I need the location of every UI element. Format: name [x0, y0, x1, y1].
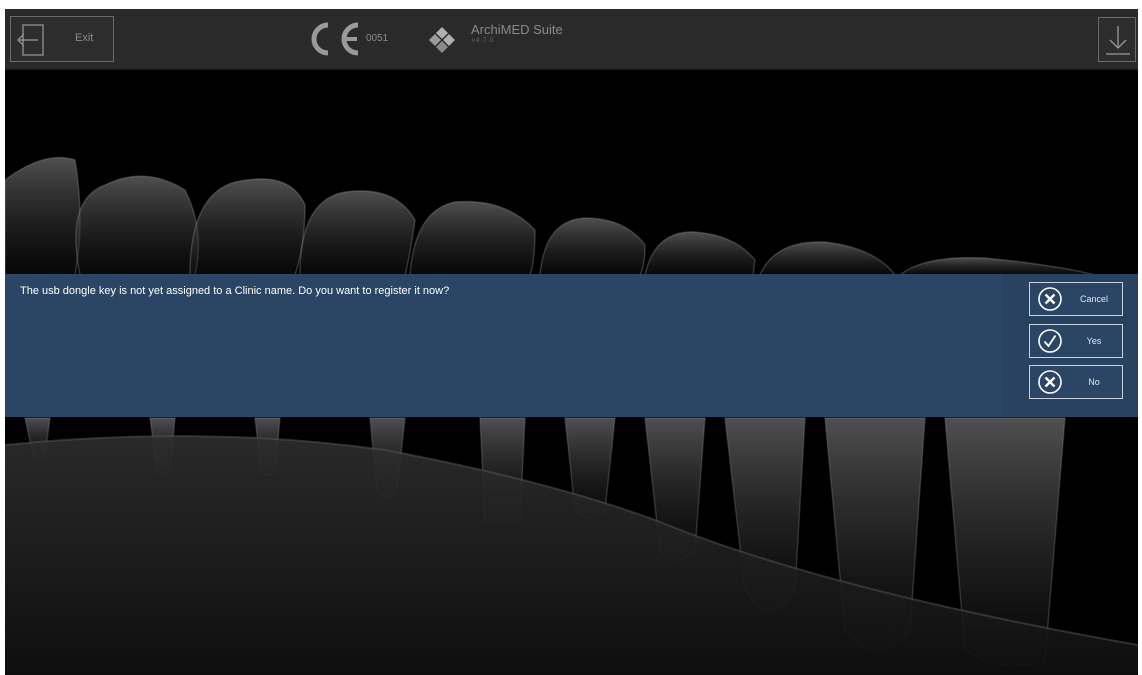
yes-button[interactable]: Yes	[1029, 324, 1123, 358]
cancel-button[interactable]: Cancel	[1029, 282, 1123, 316]
app-name: ArchiMED Suite	[471, 22, 563, 37]
exit-icon	[17, 24, 44, 56]
no-button[interactable]: No	[1029, 365, 1123, 399]
download-icon	[1106, 26, 1130, 55]
archimed-logo-icon	[429, 27, 455, 53]
exit-button[interactable]: Exit	[10, 16, 114, 62]
ce-number: 0051	[366, 33, 389, 44]
exit-label: Exit	[75, 32, 94, 44]
ce-mark-icon	[311, 22, 359, 56]
no-button-label: No	[1088, 377, 1100, 387]
circle-check-icon	[1038, 329, 1062, 353]
confirmation-dialog: The usb dongle key is not yet assigned t…	[5, 274, 1138, 417]
yes-button-label: Yes	[1086, 336, 1102, 346]
dialog-message: The usb dongle key is not yet assigned t…	[20, 285, 450, 297]
top-toolbar: Exit 0051 ArchiMED Suite v4.7.0	[5, 9, 1138, 70]
download-button[interactable]	[1098, 17, 1136, 62]
app-version: v4.7.0	[472, 38, 495, 44]
cancel-button-label: Cancel	[1079, 294, 1108, 304]
circle-x-icon	[1038, 370, 1062, 394]
dialog-button-panel: Cancel Yes No	[1002, 274, 1138, 417]
circle-x-icon	[1038, 287, 1062, 311]
app-window: Exit 0051 ArchiMED Suite v4.7.0 The usb …	[5, 9, 1138, 675]
